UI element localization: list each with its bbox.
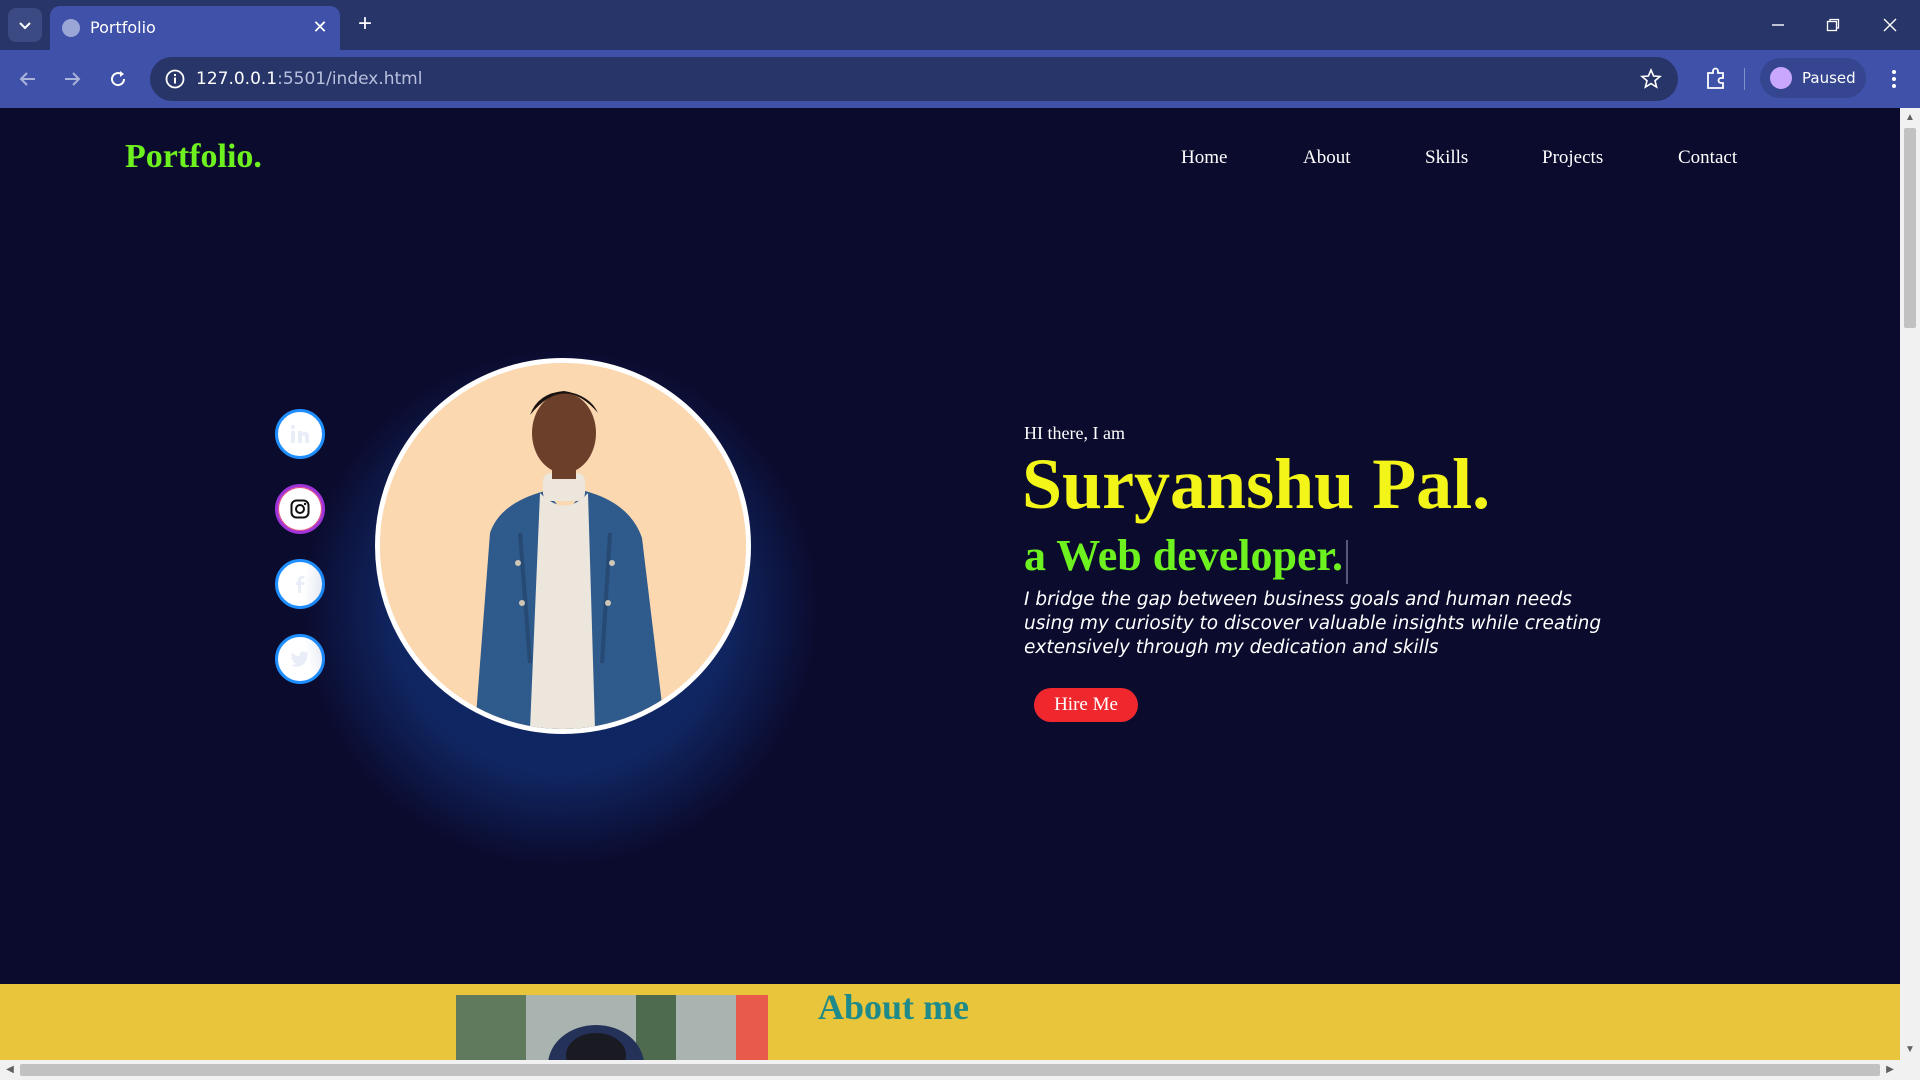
instagram-icon	[290, 499, 310, 519]
chevron-down-icon	[19, 22, 31, 30]
nav-link-home[interactable]: Home	[1181, 147, 1227, 169]
about-photo-image	[456, 995, 768, 1060]
avatar	[1770, 67, 1792, 89]
profile-photo	[375, 358, 751, 734]
restore-icon	[1826, 18, 1840, 32]
browser-menu-button[interactable]	[1878, 63, 1910, 95]
hero-bio: I bridge the gap between business goals …	[1024, 589, 1602, 658]
back-button[interactable]	[12, 63, 44, 95]
nav-link-about[interactable]: About	[1303, 147, 1351, 169]
minimize-icon	[1772, 24, 1784, 26]
site-logo[interactable]: Portfolio.	[125, 138, 262, 176]
info-icon[interactable]	[164, 68, 186, 90]
vertical-scroll-thumb[interactable]	[1904, 128, 1916, 328]
reload-icon	[111, 71, 126, 87]
scroll-down-icon[interactable]: ▼	[1900, 1040, 1920, 1060]
toolbar-divider	[1744, 68, 1745, 90]
reload-button[interactable]	[102, 63, 134, 95]
horizontal-scroll-thumb[interactable]	[20, 1064, 1880, 1076]
linkedin-icon	[290, 424, 309, 443]
about-section: About me	[0, 984, 1900, 1060]
vertical-scrollbar[interactable]: ▲ ▼	[1900, 108, 1920, 1060]
about-heading: About me	[818, 987, 969, 1027]
linkedin-link[interactable]	[275, 409, 325, 459]
hero-role: a Web developer.	[1024, 531, 1344, 580]
nav-link-projects[interactable]: Projects	[1542, 147, 1603, 169]
scroll-up-icon[interactable]: ▲	[1900, 108, 1920, 128]
profile-button[interactable]: Paused	[1760, 58, 1866, 98]
browser-tab-strip: Portfolio ✕ +	[0, 0, 1920, 50]
hero-greeting: HI there, I am	[1024, 423, 1125, 443]
scroll-left-icon[interactable]: ◀	[0, 1060, 20, 1080]
close-icon	[1883, 18, 1897, 32]
hero-name: Suryanshu Pal.	[1022, 444, 1491, 524]
close-window-button[interactable]	[1870, 8, 1910, 42]
browser-tab[interactable]: Portfolio ✕	[50, 6, 340, 50]
globe-icon	[62, 19, 80, 37]
nav-link-contact[interactable]: Contact	[1678, 147, 1737, 169]
url-host: 127.0.0.1	[196, 69, 278, 89]
browser-toolbar: 127.0.0.1:5501/index.html Paused	[0, 50, 1920, 108]
arrow-left-icon	[19, 72, 35, 86]
tab-search-button[interactable]	[8, 8, 42, 42]
star-icon[interactable]	[1640, 68, 1662, 90]
url-text[interactable]: 127.0.0.1:5501/index.html	[196, 69, 422, 89]
puzzle-icon	[1707, 67, 1724, 89]
horizontal-scrollbar[interactable]: ◀ ▶	[0, 1060, 1920, 1080]
minimize-button[interactable]	[1758, 8, 1798, 42]
page-viewport: Portfolio. Home About Skills Projects Co…	[0, 108, 1900, 1060]
about-photo	[456, 995, 768, 1060]
person-portrait-image	[380, 363, 746, 729]
more-vertical-icon	[1892, 70, 1896, 88]
profile-status: Paused	[1802, 69, 1856, 87]
extensions-button[interactable]	[1700, 63, 1732, 95]
restore-button[interactable]	[1813, 8, 1853, 42]
address-bar[interactable]: 127.0.0.1:5501/index.html	[150, 57, 1678, 101]
hire-me-button[interactable]: Hire Me	[1034, 688, 1138, 722]
arrow-right-icon	[65, 72, 81, 86]
url-path: :5501/index.html	[277, 69, 423, 89]
nav-link-skills[interactable]: Skills	[1425, 147, 1468, 169]
typing-caret	[1346, 540, 1348, 584]
new-tab-button[interactable]: +	[352, 12, 378, 38]
scroll-right-icon[interactable]: ▶	[1880, 1060, 1900, 1080]
forward-button[interactable]	[56, 63, 88, 95]
close-icon[interactable]: ✕	[310, 17, 330, 37]
tab-title: Portfolio	[90, 18, 156, 37]
